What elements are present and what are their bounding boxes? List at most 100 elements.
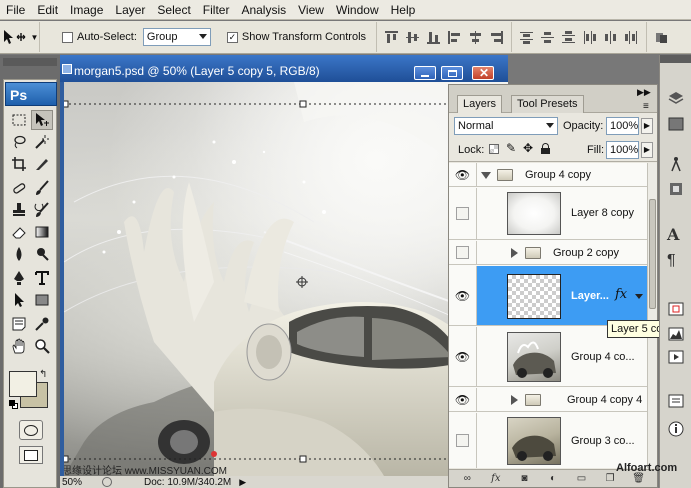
align-right-icon[interactable] bbox=[490, 30, 504, 44]
quick-mask-button[interactable] bbox=[19, 420, 43, 440]
menu-window[interactable]: Window bbox=[330, 0, 385, 20]
opacity-input[interactable]: 100% bbox=[606, 117, 639, 135]
layers-scrollbar[interactable] bbox=[647, 163, 657, 468]
layer-row[interactable]: Layer 8 copy bbox=[449, 188, 647, 240]
slice-tool[interactable] bbox=[31, 154, 53, 174]
status-info-icon[interactable] bbox=[102, 477, 112, 487]
layer-effects-icon[interactable]: fx bbox=[615, 287, 627, 302]
path-select-tool[interactable] bbox=[8, 290, 30, 310]
distribute-right-icon[interactable] bbox=[625, 30, 638, 44]
panel-menu-icon[interactable]: ≡ bbox=[643, 101, 649, 112]
pen-tool[interactable] bbox=[8, 268, 30, 288]
auto-select-checkbox[interactable] bbox=[62, 31, 73, 43]
menu-view[interactable]: View bbox=[292, 0, 330, 20]
brush-tool[interactable] bbox=[31, 178, 53, 198]
distribute-top-icon[interactable] bbox=[520, 31, 534, 44]
visibility-toggle[interactable]: 👁 bbox=[449, 163, 477, 186]
link-layers-icon[interactable]: ∞ bbox=[461, 472, 474, 485]
eraser-tool[interactable] bbox=[8, 222, 30, 242]
visibility-toggle[interactable] bbox=[449, 241, 477, 264]
brushes-dock-icon[interactable] bbox=[667, 155, 685, 173]
menu-edit[interactable]: Edit bbox=[31, 0, 64, 20]
menu-image[interactable]: Image bbox=[64, 0, 109, 20]
channels-dock-icon[interactable] bbox=[667, 115, 685, 133]
swap-colors-icon[interactable]: ↰ bbox=[39, 369, 47, 380]
visibility-toggle[interactable]: 👁 bbox=[449, 327, 477, 386]
clone-source-dock-icon[interactable] bbox=[667, 180, 685, 198]
distribute-vcenter-icon[interactable] bbox=[541, 31, 555, 44]
document-titlebar[interactable]: morgan5.psd @ 50% (Layer 5 copy 5, RGB/8… bbox=[60, 55, 508, 82]
align-top-icon[interactable] bbox=[385, 30, 399, 44]
eyedropper-tool[interactable] bbox=[31, 314, 53, 334]
lock-paint-icon[interactable]: ✎ bbox=[506, 141, 516, 155]
new-layer-icon[interactable]: ❐ bbox=[604, 472, 617, 485]
align-hcenter-icon[interactable] bbox=[469, 30, 482, 44]
distribute-bottom-icon[interactable] bbox=[562, 30, 576, 44]
crop-tool[interactable] bbox=[8, 154, 30, 174]
move-tool[interactable] bbox=[31, 110, 53, 130]
navigator-dock-icon[interactable] bbox=[667, 300, 685, 318]
layers-dock-icon[interactable] bbox=[667, 90, 685, 108]
expand-group-icon[interactable] bbox=[511, 395, 518, 405]
character-dock-icon[interactable]: A bbox=[667, 225, 685, 244]
zoom-tool[interactable] bbox=[31, 336, 53, 356]
lock-all-icon[interactable] bbox=[541, 143, 550, 154]
restore-button[interactable] bbox=[441, 66, 463, 80]
actions-dock-icon[interactable] bbox=[667, 348, 685, 366]
menu-file[interactable]: File bbox=[0, 0, 31, 20]
histogram-dock-icon[interactable] bbox=[667, 325, 685, 343]
marquee-tool[interactable] bbox=[8, 110, 30, 130]
tab-tool-presets[interactable]: Tool Presets bbox=[511, 95, 584, 113]
visibility-toggle[interactable]: 👁 bbox=[449, 266, 477, 325]
lock-position-icon[interactable]: ✥ bbox=[523, 141, 533, 155]
magic-wand-tool[interactable] bbox=[31, 132, 53, 152]
hand-tool[interactable] bbox=[8, 336, 30, 356]
history-dock-icon[interactable] bbox=[667, 392, 685, 410]
screen-mode-button[interactable] bbox=[19, 446, 43, 464]
layer-row[interactable]: Group 2 copy bbox=[449, 241, 647, 265]
layer-row[interactable]: Group 3 co... bbox=[449, 413, 647, 468]
visibility-toggle[interactable] bbox=[449, 188, 477, 239]
default-colors-icon[interactable] bbox=[9, 400, 18, 409]
transform-controls-checkbox[interactable]: ✓ bbox=[226, 31, 238, 43]
collapse-panel-icon[interactable]: ▶▶ bbox=[637, 87, 651, 98]
menu-help[interactable]: Help bbox=[385, 0, 422, 20]
fill-slider-button[interactable]: ▶ bbox=[641, 142, 653, 158]
new-group-icon[interactable]: ▭ bbox=[575, 472, 588, 485]
auto-select-dropdown[interactable]: Group bbox=[142, 28, 211, 46]
tool-preset-picker[interactable]: ▼ bbox=[0, 22, 40, 52]
fill-input[interactable]: 100% bbox=[606, 141, 639, 159]
layer-row[interactable]: 👁 Group 4 copy bbox=[449, 163, 647, 187]
layer-row[interactable]: 👁 Group 4 copy 4 bbox=[449, 388, 647, 412]
image-canvas[interactable]: 思缘设计论坛 www.MISSYUAN.COM bbox=[64, 82, 508, 476]
blend-mode-dropdown[interactable]: Normal bbox=[454, 117, 558, 135]
expand-group-icon[interactable] bbox=[481, 172, 491, 179]
menu-select[interactable]: Select bbox=[151, 0, 196, 20]
align-bottom-icon[interactable] bbox=[427, 31, 441, 44]
gradient-tool[interactable] bbox=[31, 222, 53, 242]
blur-tool[interactable] bbox=[8, 244, 30, 264]
distribute-left-icon[interactable] bbox=[583, 30, 597, 44]
auto-align-button[interactable] bbox=[646, 22, 676, 52]
opacity-slider-button[interactable]: ▶ bbox=[641, 118, 653, 134]
dock-grip[interactable] bbox=[660, 55, 691, 63]
menu-analysis[interactable]: Analysis bbox=[235, 0, 292, 20]
foreground-color-swatch[interactable] bbox=[9, 371, 37, 397]
healing-tool[interactable] bbox=[8, 178, 30, 198]
align-left-icon[interactable] bbox=[448, 30, 461, 44]
visibility-toggle[interactable]: 👁 bbox=[449, 388, 477, 411]
align-vcenter-icon[interactable] bbox=[406, 31, 420, 44]
scroll-thumb[interactable] bbox=[649, 199, 656, 309]
shape-tool[interactable] bbox=[31, 290, 53, 310]
stamp-tool[interactable] bbox=[8, 200, 30, 220]
effects-expand-icon[interactable] bbox=[635, 294, 643, 299]
layer-row-selected[interactable]: 👁 Layer... fx bbox=[449, 266, 647, 326]
toolbox-grip[interactable] bbox=[3, 58, 57, 66]
notes-tool[interactable] bbox=[8, 314, 30, 334]
add-mask-icon[interactable]: ◙ bbox=[518, 472, 531, 485]
menu-filter[interactable]: Filter bbox=[197, 0, 236, 20]
visibility-toggle[interactable] bbox=[449, 413, 477, 468]
paragraph-dock-icon[interactable]: ¶ bbox=[667, 252, 685, 270]
dodge-tool[interactable] bbox=[31, 244, 53, 264]
expand-group-icon[interactable] bbox=[511, 248, 518, 258]
